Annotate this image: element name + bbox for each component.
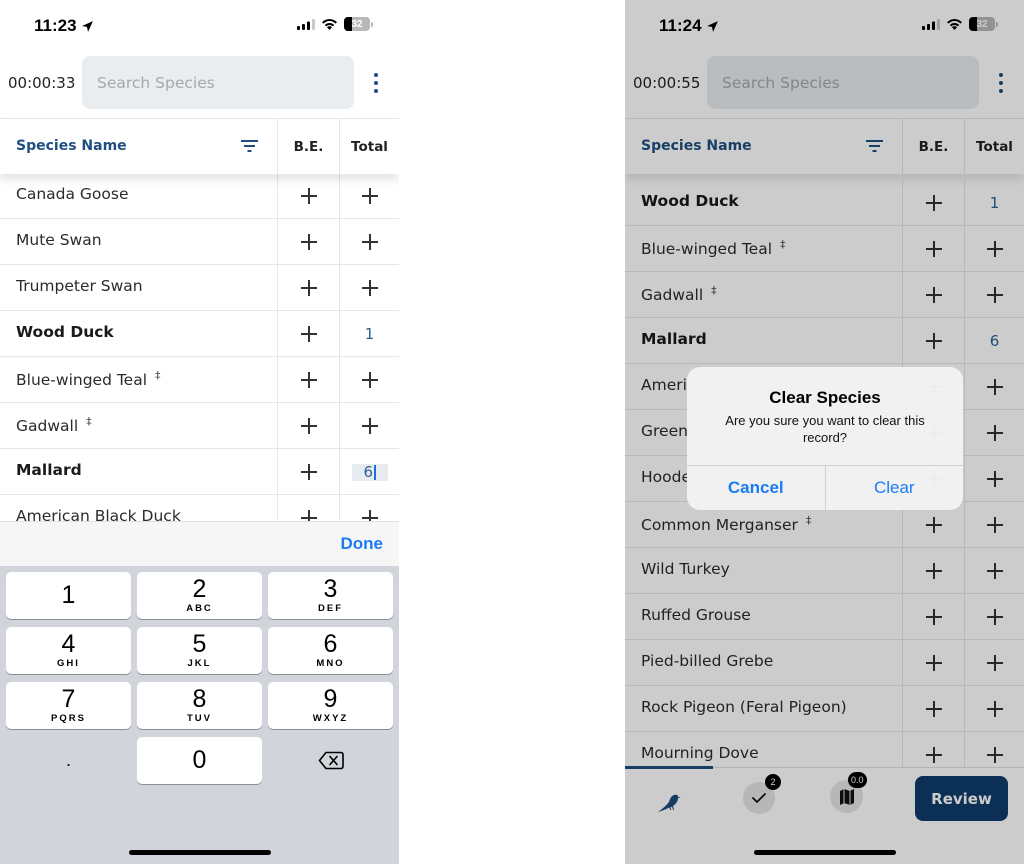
more-options-icon[interactable] (369, 73, 383, 93)
species-list: Canada Goose Mute Swan Trumpeter Swan Wo… (0, 173, 399, 541)
plus-icon (300, 464, 317, 480)
species-name: Trumpeter Swan (16, 277, 143, 295)
backspace-icon (318, 751, 344, 770)
status-time: 11:23 (34, 16, 94, 36)
left-phone-screen: 11:23 32 00:00:33 Search Species Species… (0, 0, 399, 864)
column-total: Total (339, 119, 399, 175)
clock-time: 11:23 (34, 16, 77, 35)
plus-icon (361, 188, 378, 204)
plus-icon (300, 372, 317, 388)
search-input[interactable]: Search Species (82, 56, 354, 109)
be-add-button[interactable] (277, 265, 339, 311)
species-name: Mute Swan (16, 231, 102, 249)
be-add-button[interactable] (277, 311, 339, 357)
wifi-icon (322, 19, 337, 30)
key-5[interactable]: 5 JKL (137, 627, 262, 674)
species-name: Mallard (16, 461, 82, 479)
numeric-keypad: 1 2 ABC 3 DEF 4 GHI 5 JKL 6 MNO 7 PQRS 8 TUV 9W… (0, 566, 399, 864)
keyboard-accessory-bar: Done (0, 521, 399, 566)
species-name: Blue-winged Teal ‡ (16, 369, 161, 389)
plus-icon (361, 372, 378, 388)
key-9[interactable]: 9 WXYZ (268, 682, 393, 729)
total-input[interactable]: 6 (351, 463, 388, 481)
total-add-button[interactable] (339, 265, 399, 311)
text-caret (374, 464, 376, 480)
cancel-button[interactable]: Cancel (687, 466, 825, 510)
total-input-cell[interactable]: 6 (339, 449, 399, 495)
table-row[interactable]: Blue-winged Teal ‡ (0, 357, 399, 403)
key-1[interactable]: 1 (6, 572, 131, 619)
be-add-button[interactable] (277, 357, 339, 403)
plus-icon (300, 418, 317, 434)
table-row[interactable]: Gadwall ‡ (0, 403, 399, 449)
key-7[interactable]: 7 PQRS (6, 682, 131, 729)
timer: 00:00:33 (8, 74, 76, 92)
key-0[interactable]: 0 (137, 737, 262, 784)
clear-species-alert: Clear Species Are you sure you want to c… (687, 367, 963, 510)
signal-icon (297, 18, 315, 30)
be-add-button[interactable] (277, 449, 339, 495)
column-species-name[interactable]: Species Name (16, 138, 127, 154)
be-add-button[interactable] (277, 403, 339, 449)
key-4[interactable]: 4 GHI (6, 627, 131, 674)
plus-icon (361, 418, 378, 434)
total-add-button[interactable] (339, 403, 399, 449)
total-add-button[interactable] (339, 173, 399, 219)
plus-icon (361, 234, 378, 250)
dagger-marker: ‡ (86, 415, 92, 428)
key-3[interactable]: 3 DEF (268, 572, 393, 619)
species-name: Canada Goose (16, 185, 129, 203)
key-8[interactable]: 8 TUV (137, 682, 262, 729)
home-indicator[interactable] (128, 850, 271, 855)
battery-level: 32 (351, 18, 363, 30)
status-bar: 11:23 32 (0, 0, 399, 54)
alert-title: Clear Species (769, 388, 881, 407)
battery-icon: 32 (344, 17, 370, 31)
table-row[interactable]: Mallard 6 (0, 449, 399, 495)
alert-actions: Cancel Clear (687, 465, 963, 510)
table-row[interactable]: Canada Goose (0, 173, 399, 219)
column-be: B.E. (277, 119, 339, 175)
species-name: Gadwall ‡ (16, 415, 92, 435)
total-input-value: 6 (363, 463, 374, 481)
toolbar: 00:00:33 Search Species (0, 56, 399, 110)
be-add-button[interactable] (277, 173, 339, 219)
clear-button[interactable]: Clear (824, 466, 964, 510)
key-6[interactable]: 6 MNO (268, 627, 393, 674)
filter-icon[interactable] (241, 140, 258, 152)
done-button[interactable]: Done (341, 534, 384, 554)
plus-icon (300, 188, 317, 204)
species-name: Wood Duck (16, 323, 114, 341)
alert-message: Are you sure you want to clear this reco… (725, 413, 925, 445)
plus-icon (300, 280, 317, 296)
table-row[interactable]: Wood Duck 1 (0, 311, 399, 357)
plus-icon (300, 234, 317, 250)
total-add-button[interactable] (339, 219, 399, 265)
location-arrow-icon (81, 20, 93, 32)
battery-nub (371, 21, 373, 27)
status-icons: 32 (297, 17, 373, 31)
key-backspace[interactable] (268, 737, 393, 784)
home-indicator[interactable] (753, 850, 896, 855)
table-row[interactable]: Trumpeter Swan (0, 265, 399, 311)
be-add-button[interactable] (277, 219, 339, 265)
dagger-marker: ‡ (155, 369, 161, 382)
total-add-button[interactable] (339, 357, 399, 403)
key-2[interactable]: 2 ABC (137, 572, 262, 619)
plus-icon (300, 326, 317, 342)
plus-icon (361, 280, 378, 296)
right-phone-screen: 11:24 32 00:00:55 Search Species Species… (625, 0, 1024, 864)
table-header: Species Name B.E. Total (0, 118, 399, 175)
table-row[interactable]: Mute Swan (0, 219, 399, 265)
total-count[interactable]: 1 (339, 311, 399, 357)
key-decimal[interactable]: . (6, 737, 131, 784)
